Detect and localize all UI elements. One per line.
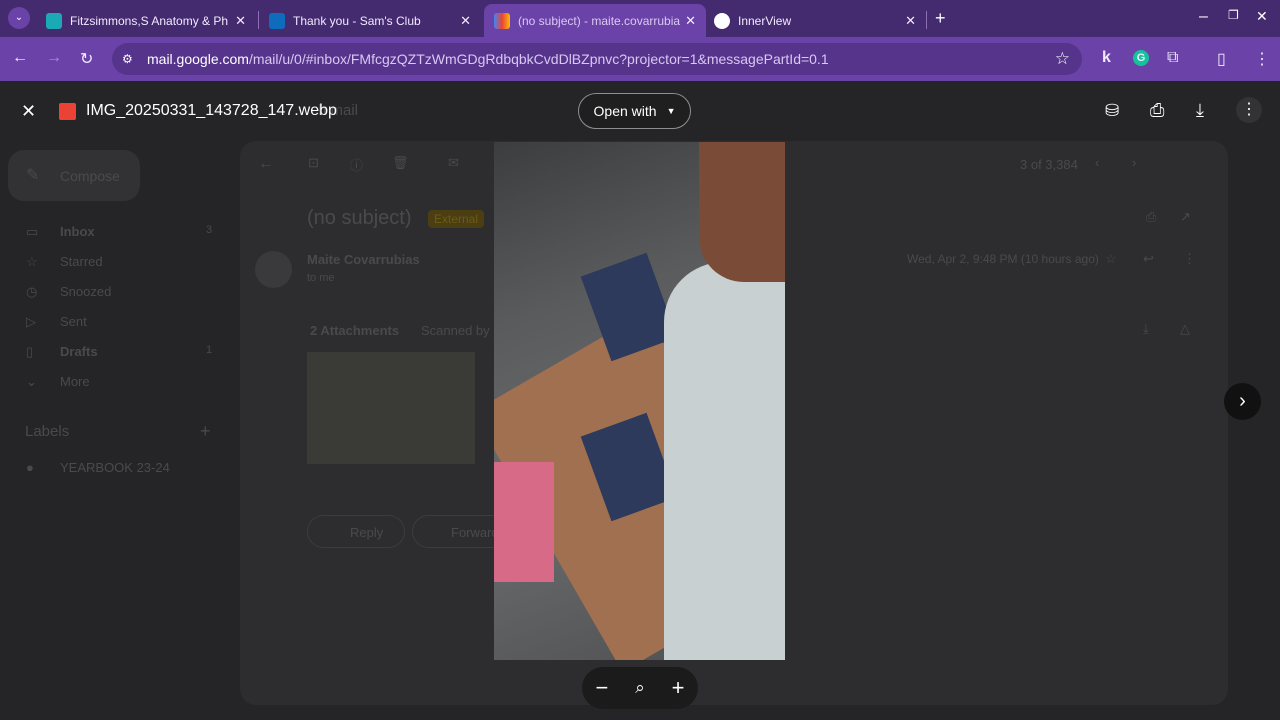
file-name: IMG_20250331_143728_147.webp [86,102,337,119]
tab-anatomy[interactable]: Fitzsimmons,S Anatomy & Ph ✕ [36,4,256,37]
sender-avatar [255,251,292,288]
close-tab-icon[interactable]: ✕ [235,13,246,29]
attachments-count: 2 Attachments [310,323,400,338]
tab-gmail[interactable]: (no subject) - maite.covarrubia ✕ [484,4,706,37]
close-viewer-icon[interactable]: ✕ [21,101,36,122]
more-options-icon[interactable]: ⋮ [1236,97,1262,123]
bookmark-star-icon[interactable]: ☆ [1055,49,1070,69]
browser-toolbar: ← → ↻ ⚙ mail.google.com/mail/u/0/#inbox/… [0,37,1280,81]
tab-search-button[interactable]: ⌄ [8,7,30,29]
next-image-button[interactable]: › [1224,383,1261,420]
close-tab-icon[interactable]: ✕ [685,13,696,29]
extension-k-icon[interactable]: k [1102,49,1111,67]
add-to-drive-icon[interactable]: ⛁ [1105,101,1119,121]
new-tab-button[interactable]: + [935,8,946,29]
mark-unread-icon[interactable]: ✉ [448,155,459,171]
zoom-controls: − ⌕ + [582,667,698,709]
reload-icon[interactable]: ↻ [80,49,93,69]
tab-favicon-icon [46,12,62,29]
pager-count: 3 of 3,384 [1020,157,1078,172]
tab-strip: ⌄ Fitzsimmons,S Anatomy & Ph ✕ Thank you … [0,0,1280,37]
sender-name: Maite Covarrubias [307,252,420,267]
labels-heading: Labels [25,423,70,440]
open-new-window-icon[interactable]: ↗ [1180,209,1191,225]
dropdown-arrow-icon: ▼ [666,106,676,116]
grammarly-icon[interactable]: G [1133,50,1149,66]
recipient-dropdown[interactable]: to me [307,272,335,284]
star-icon[interactable]: ☆ [1105,251,1117,267]
zoom-in-button[interactable]: + [672,675,685,701]
scanned-by: Scanned by [421,323,490,338]
tab-sams-club[interactable]: Thank you - Sam's Club ✕ [259,4,481,37]
print-icon[interactable]: ⎙ [1146,209,1156,225]
close-tab-icon[interactable]: ✕ [460,13,471,29]
zoom-out-button[interactable]: − [595,675,608,701]
zoom-reset-icon[interactable]: ⌕ [635,678,645,698]
report-spam-icon[interactable]: ⓘ [350,155,363,174]
tab-innerview[interactable]: InnerView ✕ [704,4,926,37]
archive-icon[interactable]: ⊡ [308,155,319,171]
add-label-icon[interactable]: + [200,421,211,442]
gmail-icon [494,12,510,29]
image-file-icon [59,103,76,120]
next-message-icon[interactable]: › [1132,155,1136,170]
save-to-drive-icon[interactable]: △ [1180,321,1190,337]
open-with-button[interactable]: Open with ▼ [578,93,691,129]
close-window-button[interactable]: ✕ [1256,8,1268,25]
subject: (no subject) [307,207,412,229]
attachment-thumbnail[interactable] [307,352,475,464]
reply-button[interactable]: Reply [307,515,405,548]
restore-button[interactable]: ❐ [1228,8,1239,22]
reply-icon[interactable]: ↩ [1143,251,1154,267]
print-icon[interactable]: ⎙ [1150,100,1164,121]
extensions-icon[interactable]: ⧉ [1167,49,1178,67]
tab-favicon-icon [269,12,285,29]
image-preview [494,142,785,660]
message-date: Wed, Apr 2, 9:48 PM (10 hours ago) [907,252,1099,266]
download-icon[interactable]: ⤓ [1196,100,1204,121]
more-icon[interactable]: ⋮ [1183,251,1196,267]
close-tab-icon[interactable]: ✕ [905,13,916,29]
download-all-icon[interactable]: ⤓ [1143,321,1149,337]
address-bar[interactable]: ⚙ mail.google.com/mail/u/0/#inbox/FMfcgz… [112,43,1082,75]
side-panel-icon[interactable]: ▯ [1217,49,1226,69]
forward-icon[interactable]: → [46,49,62,67]
menu-icon[interactable]: ⋮ [1254,49,1270,69]
back-icon[interactable]: ← [12,49,28,67]
delete-icon[interactable]: 🗑 [392,155,409,171]
back-to-inbox-icon[interactable]: ← [258,155,274,173]
external-badge: External [428,210,485,228]
site-info-icon[interactable]: ⚙ [122,52,133,66]
minimize-button[interactable]: – [1199,8,1208,26]
compose-button[interactable]: Compose ✎ [8,150,140,201]
pencil-icon: ✎ [26,167,40,184]
tab-favicon-icon [714,12,730,29]
prev-message-icon[interactable]: ‹ [1095,155,1099,170]
